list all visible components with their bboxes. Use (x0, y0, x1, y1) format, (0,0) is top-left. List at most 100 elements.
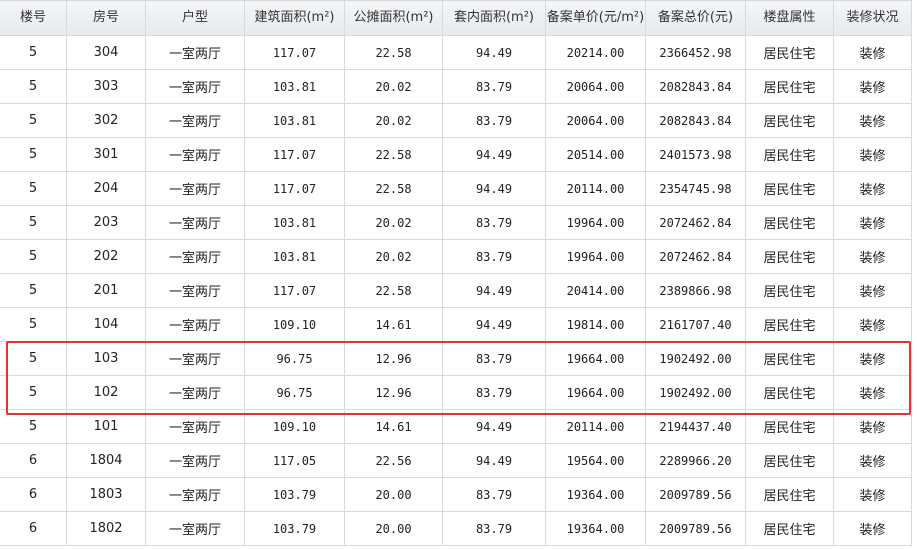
housing-price-table: 楼号 房号 户型 建筑面积(m²) 公摊面积(m²) 套内面积(m²) 备案单价(元/m²)… (0, 0, 912, 546)
table-cell: 117.05 (244, 443, 345, 478)
table-cell: 202 (66, 239, 146, 274)
table-cell: 20.00 (344, 477, 443, 512)
table-cell: 22.58 (344, 171, 443, 206)
table-row: 5 301 一室两厅 117.07 22.58 94.49 20514.00 2401573.… (0, 137, 912, 172)
table-cell: 居民住宅 (745, 35, 834, 70)
table-cell: 一室两厅 (145, 239, 245, 274)
table-cell: 20114.00 (545, 171, 646, 206)
table-cell: 一室两厅 (145, 511, 245, 546)
table-cell: 一室两厅 (145, 171, 245, 206)
table-cell: 2082843.84 (645, 103, 746, 138)
table-cell: 20.02 (344, 239, 443, 274)
table-row: 5 304 一室两厅 117.07 22.58 94.49 20214.00 2366452.… (0, 35, 912, 70)
table-cell: 20414.00 (545, 273, 646, 308)
column-header[interactable]: 装修状况 (833, 0, 912, 36)
table-cell: 83.79 (442, 103, 546, 138)
column-header[interactable]: 楼号 (0, 0, 67, 36)
table-cell: 居民住宅 (745, 511, 834, 546)
column-header[interactable]: 建筑面积(m²) (244, 0, 345, 36)
table-cell: 301 (66, 137, 146, 172)
table-cell: 5 (0, 35, 67, 70)
table-cell: 117.07 (244, 35, 345, 70)
table-row: 6 1803 一室两厅 103.79 20.00 83.79 19364.00 2009789… (0, 477, 912, 512)
table-cell: 一室两厅 (145, 477, 245, 512)
table-cell: 装修 (833, 375, 912, 410)
table-cell: 居民住宅 (745, 273, 834, 308)
table-cell: 304 (66, 35, 146, 70)
table-row: 6 1804 一室两厅 117.05 22.56 94.49 19564.00 2289966… (0, 443, 912, 478)
table-cell: 居民住宅 (745, 205, 834, 240)
table-cell: 装修 (833, 69, 912, 104)
table-cell: 102 (66, 375, 146, 410)
table-cell: 12.96 (344, 375, 443, 410)
table-cell: 2401573.98 (645, 137, 746, 172)
table-cell: 5 (0, 273, 67, 308)
table-cell: 1804 (66, 443, 146, 478)
table-cell: 19964.00 (545, 205, 646, 240)
table-cell: 83.79 (442, 375, 546, 410)
table-cell: 2009789.56 (645, 511, 746, 546)
table-cell: 22.58 (344, 273, 443, 308)
table-cell: 6 (0, 511, 67, 546)
table-header-row: 楼号 房号 户型 建筑面积(m²) 公摊面积(m²) 套内面积(m²) 备案单价(元/m²)… (0, 0, 912, 36)
column-header[interactable]: 备案总价(元) (645, 0, 746, 36)
table-cell: 12.96 (344, 341, 443, 376)
table-cell: 20064.00 (545, 103, 646, 138)
table-cell: 20.02 (344, 103, 443, 138)
table-cell: 94.49 (442, 409, 546, 444)
table-cell: 302 (66, 103, 146, 138)
column-header[interactable]: 楼盘属性 (745, 0, 834, 36)
table-row: 5 103 一室两厅 96.75 12.96 83.79 19664.00 1902492.0… (0, 341, 912, 376)
table-cell: 5 (0, 341, 67, 376)
table-cell: 装修 (833, 477, 912, 512)
table-cell: 204 (66, 171, 146, 206)
table-row: 5 101 一室两厅 109.10 14.61 94.49 20114.00 2194437.… (0, 409, 912, 444)
table-cell: 装修 (833, 307, 912, 342)
table-cell: 83.79 (442, 69, 546, 104)
table-cell: 居民住宅 (745, 69, 834, 104)
table-cell: 居民住宅 (745, 477, 834, 512)
table-cell: 一室两厅 (145, 137, 245, 172)
table-cell: 5 (0, 205, 67, 240)
column-header[interactable]: 房号 (66, 0, 146, 36)
table-row: 5 203 一室两厅 103.81 20.02 83.79 19964.00 2072462.… (0, 205, 912, 240)
table-cell: 109.10 (244, 307, 345, 342)
table-cell: 装修 (833, 341, 912, 376)
column-header[interactable]: 公摊面积(m²) (344, 0, 443, 36)
table-cell: 2009789.56 (645, 477, 746, 512)
table-cell: 2072462.84 (645, 239, 746, 274)
table-cell: 1803 (66, 477, 146, 512)
table-cell: 一室两厅 (145, 273, 245, 308)
table-cell: 103.81 (244, 69, 345, 104)
table-cell: 2366452.98 (645, 35, 746, 70)
table-cell: 19664.00 (545, 375, 646, 410)
table-row: 5 303 一室两厅 103.81 20.02 83.79 20064.00 2082843.… (0, 69, 912, 104)
column-header[interactable]: 户型 (145, 0, 245, 36)
table-cell: 5 (0, 409, 67, 444)
table-cell: 居民住宅 (745, 137, 834, 172)
table-cell: 2389866.98 (645, 273, 746, 308)
table-cell: 1902492.00 (645, 375, 746, 410)
table-cell: 103.79 (244, 511, 345, 546)
table-cell: 83.79 (442, 477, 546, 512)
table-cell: 117.07 (244, 273, 345, 308)
table-cell: 装修 (833, 443, 912, 478)
table-cell: 装修 (833, 171, 912, 206)
table-cell: 117.07 (244, 171, 345, 206)
table-cell: 201 (66, 273, 146, 308)
table-cell: 6 (0, 477, 67, 512)
table-cell: 22.58 (344, 35, 443, 70)
column-header[interactable]: 套内面积(m²) (442, 0, 546, 36)
column-header[interactable]: 备案单价(元/m²) (545, 0, 646, 36)
table-cell: 一室两厅 (145, 35, 245, 70)
table-row: 5 201 一室两厅 117.07 22.58 94.49 20414.00 2389866.… (0, 273, 912, 308)
table-cell: 20064.00 (545, 69, 646, 104)
table-cell: 19564.00 (545, 443, 646, 478)
table-cell: 6 (0, 443, 67, 478)
table-cell: 94.49 (442, 35, 546, 70)
table-cell: 居民住宅 (745, 443, 834, 478)
table-cell: 一室两厅 (145, 375, 245, 410)
table-cell: 19964.00 (545, 239, 646, 274)
table-cell: 2082843.84 (645, 69, 746, 104)
table-cell: 居民住宅 (745, 103, 834, 138)
